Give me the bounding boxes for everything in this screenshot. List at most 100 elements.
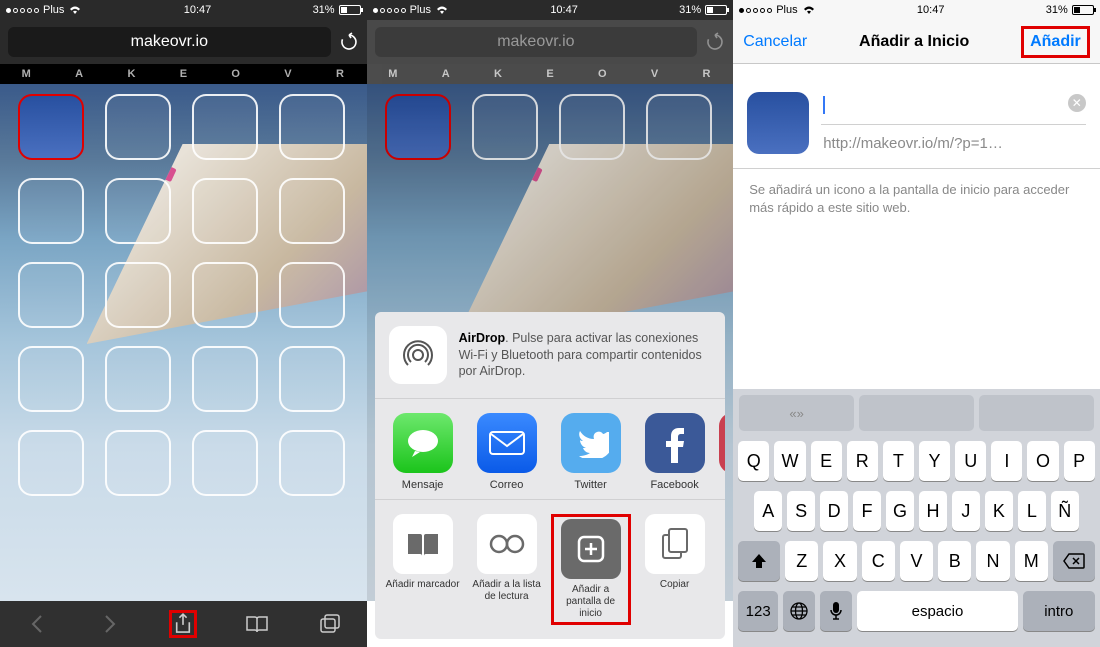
key-v[interactable]: V — [900, 541, 933, 581]
icon-slot[interactable] — [192, 346, 258, 412]
icon-slot[interactable] — [105, 178, 171, 244]
key-i[interactable]: I — [991, 441, 1022, 481]
key-d[interactable]: D — [820, 491, 848, 531]
tabs-button[interactable] — [316, 610, 344, 638]
predictive-tab[interactable]: «» — [739, 395, 854, 431]
icon-slot[interactable] — [192, 430, 258, 496]
forward-button[interactable] — [96, 610, 124, 638]
key-b[interactable]: B — [938, 541, 971, 581]
signal-dots — [373, 8, 406, 13]
status-bar: Plus 10:47 31% — [0, 0, 367, 20]
key-k[interactable]: K — [985, 491, 1013, 531]
icon-slot[interactable] — [18, 262, 84, 328]
airdrop-text: AirDrop. Pulse para activar las conexion… — [459, 330, 712, 381]
share-actions-row[interactable]: Añadir marcador Añadir a la lista de lec… — [375, 500, 726, 639]
icon-slot[interactable] — [279, 430, 345, 496]
key-w[interactable]: W — [774, 441, 805, 481]
key-z[interactable]: Z — [785, 541, 818, 581]
share-app-mensaje[interactable]: Mensaje — [383, 413, 463, 491]
battery-icon — [1072, 5, 1094, 15]
key-123[interactable]: 123 — [738, 591, 778, 631]
predictive-tab[interactable] — [859, 395, 974, 431]
icon-slot[interactable] — [18, 430, 84, 496]
action-add-home[interactable]: Añadir a pantalla de inicio — [551, 514, 631, 625]
icon-slot[interactable] — [105, 430, 171, 496]
screen-2-share-sheet: Plus 10:47 31% makeovr.io MAKEOVR AirDro… — [367, 0, 734, 647]
action-copy[interactable]: Copiar — [635, 514, 715, 625]
icon-slot[interactable] — [279, 94, 345, 160]
share-app-overflow[interactable] — [719, 413, 726, 491]
message-icon — [393, 413, 453, 473]
key-enter[interactable]: intro — [1023, 591, 1095, 631]
key-s[interactable]: S — [787, 491, 815, 531]
share-button[interactable] — [169, 610, 197, 638]
icon-slot[interactable] — [18, 178, 84, 244]
key-h[interactable]: H — [919, 491, 947, 531]
key-a[interactable]: A — [754, 491, 782, 531]
key-space[interactable]: espacio — [857, 591, 1018, 631]
predictive-tab[interactable] — [979, 395, 1094, 431]
name-input[interactable] — [821, 92, 1086, 125]
key-r[interactable]: R — [847, 441, 878, 481]
mic-icon — [829, 601, 843, 621]
keyboard-predictive-bar[interactable]: «» — [736, 395, 1097, 431]
battery-pct: 31% — [313, 4, 335, 16]
share-app-correo[interactable]: Correo — [467, 413, 547, 491]
key-globe[interactable] — [783, 591, 815, 631]
icon-slot[interactable] — [192, 94, 258, 160]
keyboard-row-2: A S D F G H J K L Ñ — [736, 491, 1097, 531]
mail-icon — [477, 413, 537, 473]
key-e[interactable]: E — [811, 441, 842, 481]
key-shift[interactable] — [738, 541, 780, 581]
key-p[interactable]: P — [1064, 441, 1095, 481]
share-app-facebook[interactable]: Facebook — [635, 413, 715, 491]
key-m[interactable]: M — [1015, 541, 1048, 581]
safari-address-bar-dimmed: makeovr.io — [367, 20, 734, 64]
keyboard: «» Q W E R T Y U I O P A S D F G H J K L… — [733, 389, 1100, 647]
key-f[interactable]: F — [853, 491, 881, 531]
reload-icon[interactable] — [339, 32, 359, 52]
key-o[interactable]: O — [1027, 441, 1058, 481]
add-button[interactable]: Añadir — [1021, 26, 1090, 58]
hint-text: Se añadirá un icono a la pantalla de ini… — [733, 169, 1100, 229]
airdrop-row[interactable]: AirDrop. Pulse para activar las conexion… — [375, 312, 726, 399]
icon-slot[interactable] — [192, 178, 258, 244]
key-x[interactable]: X — [823, 541, 856, 581]
action-reading-list[interactable]: Añadir a la lista de lectura — [467, 514, 547, 625]
icon-slot[interactable] — [105, 346, 171, 412]
wallpaper-preview[interactable] — [0, 84, 367, 601]
keyboard-row-3: Z X C V B N M — [736, 541, 1097, 581]
icon-slot[interactable] — [279, 178, 345, 244]
bookmarks-button[interactable] — [243, 610, 271, 638]
icon-slot[interactable] — [18, 346, 84, 412]
key-l[interactable]: L — [1018, 491, 1046, 531]
icon-slot-0[interactable] — [18, 94, 84, 160]
globe-icon — [789, 601, 809, 621]
key-enye[interactable]: Ñ — [1051, 491, 1079, 531]
key-g[interactable]: G — [886, 491, 914, 531]
battery-icon — [339, 5, 361, 15]
back-button[interactable] — [23, 610, 51, 638]
action-add-bookmark[interactable]: Añadir marcador — [383, 514, 463, 625]
key-c[interactable]: C — [862, 541, 895, 581]
icon-slot[interactable] — [192, 262, 258, 328]
share-apps-row[interactable]: Mensaje Correo Twitter Facebook — [375, 399, 726, 500]
clear-input-icon[interactable]: ✕ — [1068, 94, 1086, 112]
icon-slot[interactable] — [105, 94, 171, 160]
key-u[interactable]: U — [955, 441, 986, 481]
status-bar: Plus 10:47 31% — [367, 0, 734, 20]
icon-slot[interactable] — [279, 262, 345, 328]
airdrop-icon — [389, 326, 447, 384]
key-mic[interactable] — [820, 591, 852, 631]
key-n[interactable]: N — [976, 541, 1009, 581]
url-field[interactable]: makeovr.io — [8, 27, 331, 57]
key-backspace[interactable] — [1053, 541, 1095, 581]
key-t[interactable]: T — [883, 441, 914, 481]
icon-slot[interactable] — [279, 346, 345, 412]
key-y[interactable]: Y — [919, 441, 950, 481]
key-q[interactable]: Q — [738, 441, 769, 481]
key-j[interactable]: J — [952, 491, 980, 531]
icon-slot[interactable] — [105, 262, 171, 328]
share-app-twitter[interactable]: Twitter — [551, 413, 631, 491]
cancel-button[interactable]: Cancelar — [743, 33, 807, 51]
